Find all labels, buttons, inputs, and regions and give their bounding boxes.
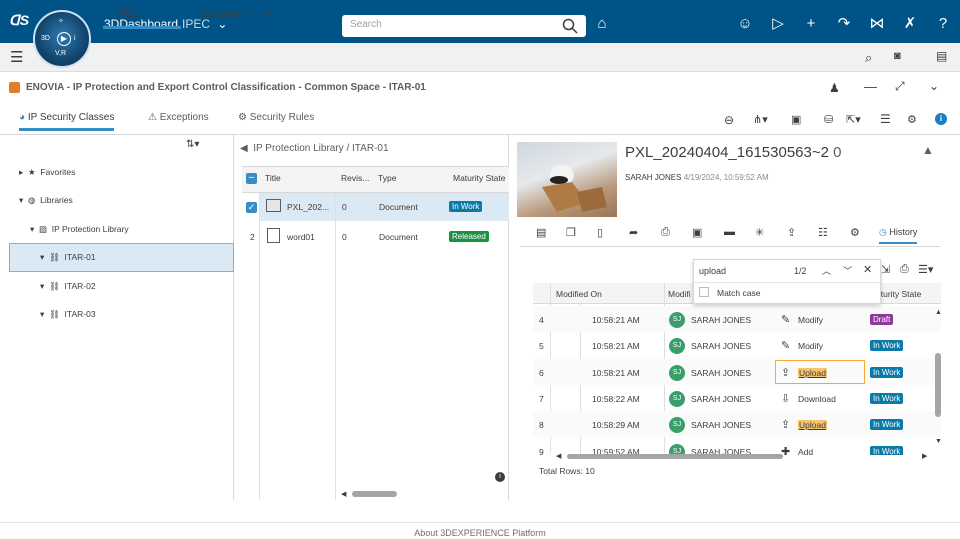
status-badge: In Work	[870, 445, 904, 455]
compass-3d-label: 3D	[41, 35, 50, 42]
row-user: SARAH JONES	[691, 315, 751, 325]
avatar: SJ	[669, 390, 685, 407]
footer-link[interactable]: About 3DEXPERIENCE Platform	[0, 522, 960, 539]
row-user: SARAH JONES	[691, 393, 751, 404]
status-badge: In Work	[870, 392, 904, 404]
avatar: SJ	[669, 338, 685, 355]
action-icon: ✎	[781, 314, 791, 326]
compass-play-icon[interactable]: ▶	[57, 32, 71, 46]
row-time: 10:58:21 AM	[592, 315, 640, 325]
find-count: 1/2	[794, 266, 807, 276]
find-panel: upload 1/2 ︿ ﹀ ✕ Match case	[693, 259, 881, 304]
vertical-scrollbar[interactable]	[935, 353, 941, 417]
table-row[interactable]: 6 10:58:21 AM SJ SARAH JONES ⇪ Upload In Work	[533, 358, 941, 385]
row-user: SARAH JONES	[691, 367, 751, 378]
status-badge: In Work	[870, 419, 904, 431]
compass-info-icon: i	[74, 35, 76, 42]
table-row[interactable]: 5 10:58:21 AM SJ SARAH JONES ✎ Modify In Work	[533, 332, 941, 358]
table-row[interactable]: 9 10:59:52 AM SJ SARAH JONES ✚ Add In Work	[533, 438, 941, 456]
compass-widget[interactable]: ✧ 3D i ▶ V,R	[33, 10, 91, 68]
status-badge: In Work	[870, 366, 904, 378]
scroll-up-icon[interactable]: ▲	[935, 309, 942, 316]
history-rows: 4 10:58:21 AM SJ SARAH JONES ✎ Modify Draft 5 10…	[0, 0, 960, 455]
row-action: Modify	[798, 341, 824, 352]
horizontal-scrollbar[interactable]	[567, 454, 783, 459]
action-icon: ⇪	[781, 419, 791, 432]
scroll-down-icon[interactable]: ▼	[935, 438, 942, 445]
row-user: SARAH JONES	[691, 420, 751, 431]
match-case-label: Match case	[717, 288, 761, 298]
row-time: 10:58:21 AM	[592, 341, 640, 352]
row-number: 6	[539, 367, 544, 378]
row-time: 10:58:22 AM	[592, 393, 640, 404]
find-next-icon[interactable]: ﹀	[843, 264, 852, 277]
horizontal-scrollbar[interactable]	[352, 491, 397, 497]
row-number: 7	[539, 393, 544, 404]
action-icon: ✎	[781, 340, 791, 353]
row-action: Modify	[798, 315, 824, 325]
row-user: SARAH JONES	[691, 341, 751, 352]
status-badge: In Work	[870, 340, 904, 352]
row-time: 10:58:29 AM	[592, 420, 640, 431]
row-time: 10:58:21 AM	[592, 367, 640, 378]
action-icon: ✚	[781, 445, 791, 456]
status-badge: Draft	[870, 314, 894, 325]
scroll-left-icon[interactable]: ◀	[556, 452, 561, 460]
avatar: SJ	[669, 312, 685, 328]
table-row[interactable]: 7 10:58:22 AM SJ SARAH JONES ⇩ Download In Wor…	[533, 385, 941, 411]
row-number: 8	[539, 420, 544, 431]
action-icon: ⇩	[781, 392, 791, 405]
match-case-checkbox[interactable]	[699, 287, 709, 297]
row-number: 4	[539, 315, 544, 325]
avatar: SJ	[669, 417, 685, 434]
row-action: Add	[798, 446, 814, 456]
find-match-highlight	[775, 359, 865, 384]
divider	[694, 282, 880, 283]
total-rows: Total Rows: 10	[539, 466, 595, 476]
avatar: SJ	[669, 364, 685, 381]
row-number: 9	[539, 446, 544, 456]
compass-vr-label: V,R	[55, 50, 67, 57]
find-prev-icon[interactable]: ︿	[822, 264, 831, 277]
row-action: Upload	[798, 420, 827, 431]
find-input[interactable]: upload	[699, 266, 726, 276]
table-row[interactable]: 8 10:58:29 AM SJ SARAH JONES ⇪ Upload In Work	[533, 411, 941, 438]
compass-top-label: ✧	[58, 18, 64, 25]
find-close-icon[interactable]: ✕	[863, 263, 872, 276]
info-icon[interactable]: i	[495, 472, 505, 482]
row-action: Download	[798, 393, 836, 404]
scroll-left-icon[interactable]: ◀	[341, 490, 346, 498]
table-row[interactable]: 4 10:58:21 AM SJ SARAH JONES ✎ Modify Draft	[533, 306, 941, 332]
row-number: 5	[539, 341, 544, 352]
scroll-right-icon[interactable]: ▶	[922, 452, 927, 460]
